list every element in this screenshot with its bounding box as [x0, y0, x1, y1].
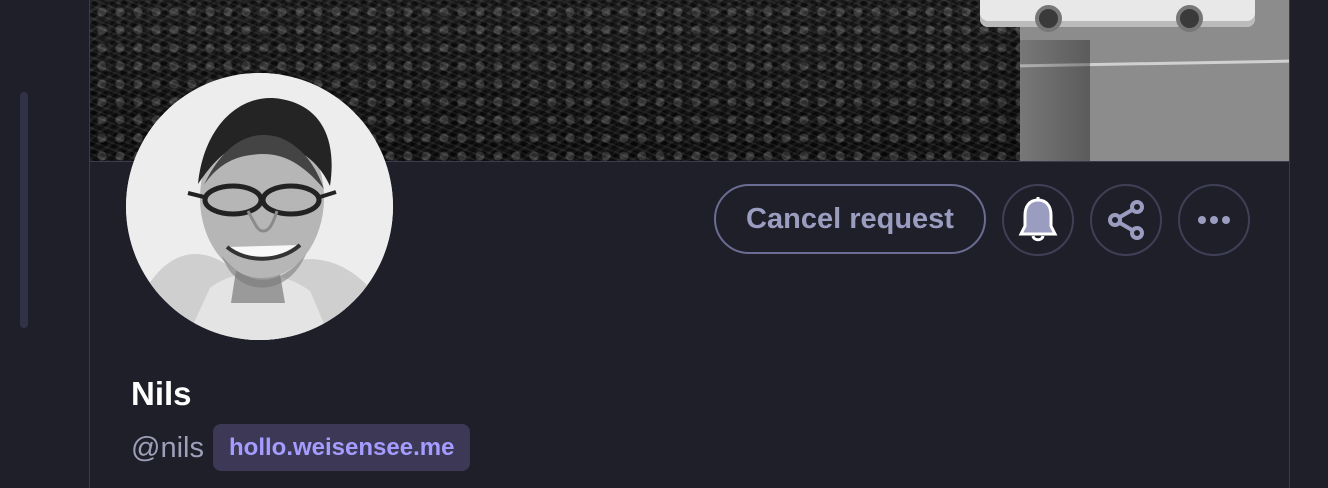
avatar-portrait-image: [126, 73, 393, 340]
profile-card: Cancel request Nils @nils hollo.weisense…: [89, 0, 1290, 488]
ellipsis-icon: [1198, 216, 1230, 224]
left-scrollbar[interactable]: [20, 92, 28, 328]
crowd-fade: [970, 40, 1090, 161]
van-wheel: [1035, 5, 1062, 32]
more-options-button[interactable]: [1178, 184, 1250, 256]
profile-display-name: Nils: [131, 375, 192, 412]
bell-icon: [1018, 197, 1058, 242]
van-wheel: [1176, 5, 1203, 32]
profile-domain-badge[interactable]: hollo.weisensee.me: [213, 424, 471, 471]
cancel-request-button[interactable]: Cancel request: [714, 184, 986, 254]
profile-avatar[interactable]: [126, 73, 393, 340]
white-van: [980, 0, 1255, 32]
notifications-button[interactable]: [1002, 184, 1074, 256]
share-button[interactable]: [1090, 184, 1162, 256]
profile-handle: @nils: [131, 432, 204, 464]
share-icon: [1108, 200, 1144, 240]
profile-page: Cancel request Nils @nils hollo.weisense…: [0, 0, 1328, 488]
